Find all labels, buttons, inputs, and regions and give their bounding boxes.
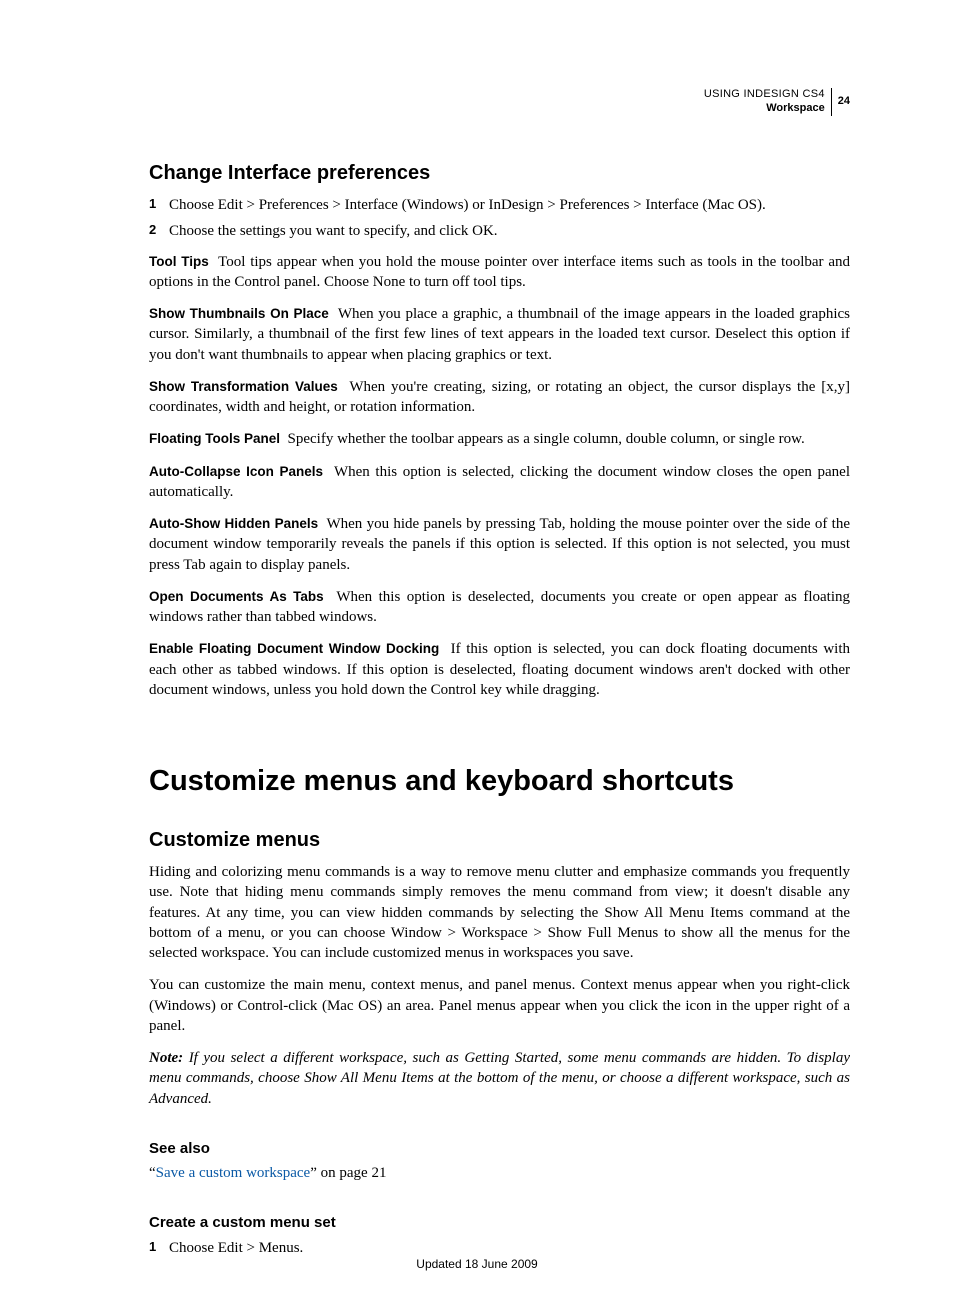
running-header-title: USING INDESIGN CS4 xyxy=(704,88,825,102)
definition-term: Open Documents As Tabs xyxy=(149,589,324,604)
see-also-heading: See also xyxy=(149,1139,850,1159)
definition-show-transformation: Show Transformation Values When you're c… xyxy=(149,377,850,418)
note-paragraph: Note: If you select a different workspac… xyxy=(149,1048,850,1109)
definition-term: Show Transformation Values xyxy=(149,379,338,394)
see-also-tail: ” on page 21 xyxy=(310,1165,386,1181)
procedure-steps: Choose Edit > Preferences > Interface (W… xyxy=(149,195,850,242)
definition-term: Auto-Collapse Icon Panels xyxy=(149,464,323,479)
definition-body: Tool tips appear when you hold the mouse… xyxy=(149,254,850,290)
page: USING INDESIGN CS4 Workspace 24 Change I… xyxy=(0,0,954,1308)
definition-auto-show: Auto-Show Hidden Panels When you hide pa… xyxy=(149,514,850,575)
body-paragraph: Hiding and colorizing menu commands is a… xyxy=(149,862,850,963)
section-heading-customize-menus: Customize menus xyxy=(149,827,850,854)
see-also-line: “Save a custom workspace” on page 21 xyxy=(149,1163,850,1183)
cross-reference-link[interactable]: Save a custom workspace xyxy=(156,1165,311,1181)
running-header: USING INDESIGN CS4 Workspace 24 xyxy=(704,88,850,116)
definition-auto-collapse: Auto-Collapse Icon Panels When this opti… xyxy=(149,462,850,503)
section-heading-create-menu-set: Create a custom menu set xyxy=(149,1213,850,1233)
definition-term: Floating Tools Panel xyxy=(149,431,280,446)
content-area: Change Interface preferences Choose Edit… xyxy=(149,160,850,1258)
definition-term: Enable Floating Document Window Docking xyxy=(149,641,439,656)
step-item: Choose Edit > Preferences > Interface (W… xyxy=(149,195,850,215)
running-header-section: Workspace xyxy=(704,102,825,116)
page-number: 24 xyxy=(831,88,850,116)
note-body: If you select a different workspace, suc… xyxy=(149,1050,850,1107)
note-label: Note: xyxy=(149,1050,183,1066)
definition-open-as-tabs: Open Documents As Tabs When this option … xyxy=(149,587,850,628)
chapter-heading: Customize menus and keyboard shortcuts xyxy=(149,762,850,801)
page-footer: Updated 18 June 2009 xyxy=(0,1256,954,1272)
definition-show-thumbnails: Show Thumbnails On Place When you place … xyxy=(149,304,850,365)
section-heading-change-interface: Change Interface preferences xyxy=(149,160,850,187)
definition-term: Auto-Show Hidden Panels xyxy=(149,516,318,531)
updated-date: Updated 18 June 2009 xyxy=(416,1257,537,1271)
definition-body: Specify whether the toolbar appears as a… xyxy=(288,431,805,447)
definition-tool-tips: Tool Tips Tool tips appear when you hold… xyxy=(149,252,850,293)
definition-term: Show Thumbnails On Place xyxy=(149,306,329,321)
definition-enable-docking: Enable Floating Document Window Docking … xyxy=(149,639,850,700)
definition-floating-tools: Floating Tools Panel Specify whether the… xyxy=(149,429,850,449)
body-paragraph: You can customize the main menu, context… xyxy=(149,975,850,1036)
definition-term: Tool Tips xyxy=(149,254,209,269)
quote-open: “ xyxy=(149,1165,156,1181)
step-item: Choose the settings you want to specify,… xyxy=(149,221,850,241)
